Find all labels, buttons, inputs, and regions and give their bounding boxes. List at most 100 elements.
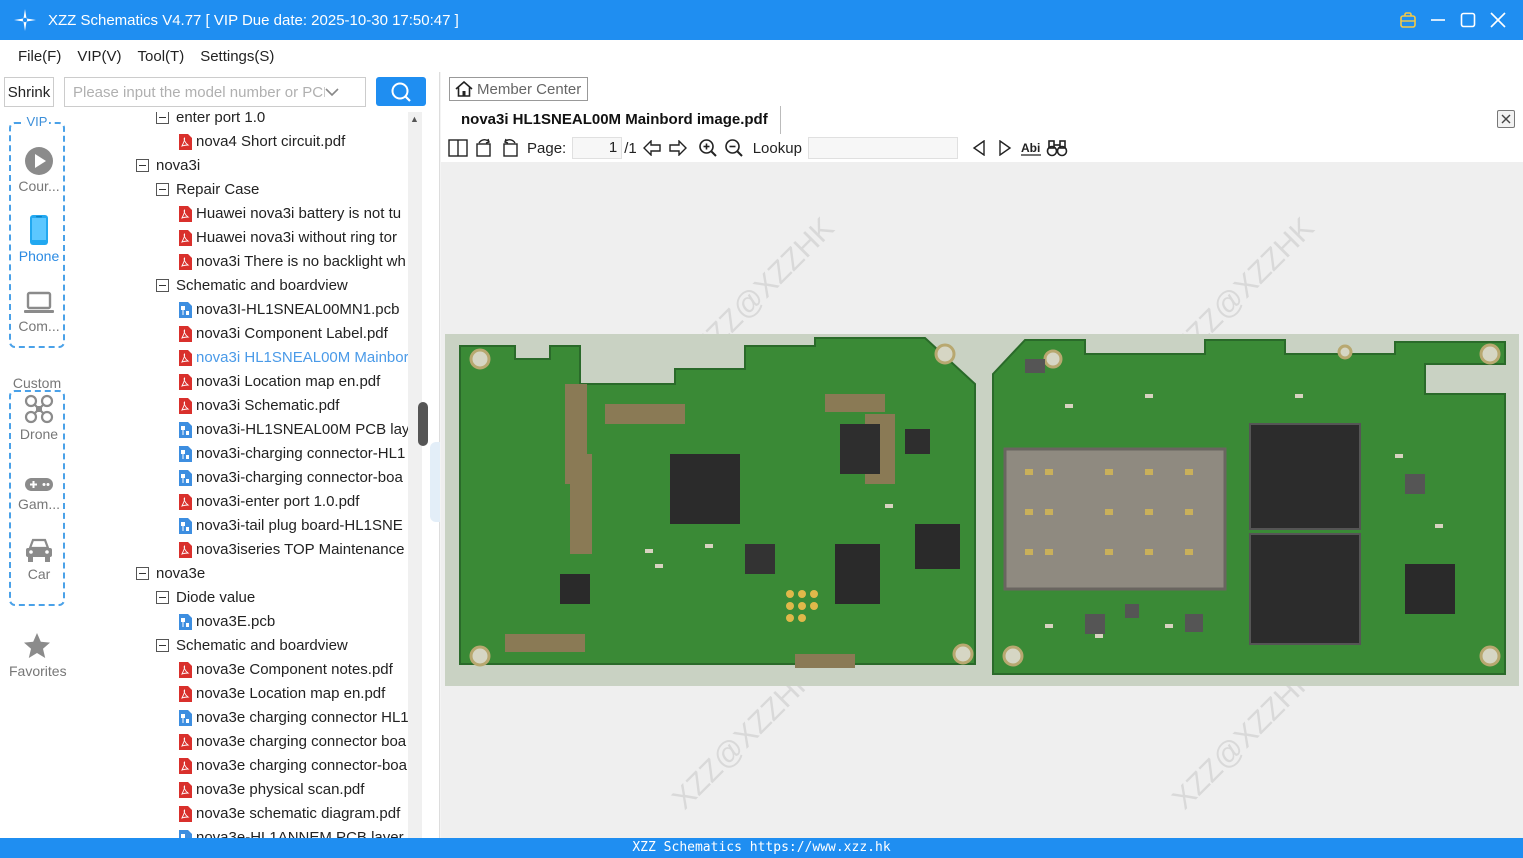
tree-file[interactable]: nova3e-HL1ANNEM PCB layer r xyxy=(74,826,408,838)
tree-scroll-area[interactable]: enter port 1.0 nova4 Short circuit.pdf nov… xyxy=(74,112,422,838)
collapse-toggle-icon[interactable] xyxy=(156,591,169,604)
zoom-in-icon[interactable] xyxy=(697,137,719,159)
zoom-out-icon[interactable] xyxy=(723,137,745,159)
tree-file[interactable]: nova3e physical scan.pdf xyxy=(74,778,408,802)
tree-file[interactable]: Huawei nova3i without ring tor xyxy=(74,226,408,250)
tree-file[interactable]: nova3i Schematic.pdf xyxy=(74,394,408,418)
menu-settings[interactable]: Settings(S) xyxy=(200,48,274,65)
tree-file[interactable]: nova3i Component Label.pdf xyxy=(74,322,408,346)
home-icon xyxy=(455,81,473,97)
find-next-icon[interactable] xyxy=(994,137,1016,159)
model-search-box[interactable] xyxy=(64,77,366,107)
search-icon xyxy=(391,82,411,102)
tree-folder[interactable]: nova3i xyxy=(74,154,408,178)
tree-file[interactable]: nova3i There is no backlight wh xyxy=(74,250,408,274)
model-search-input[interactable] xyxy=(65,83,325,101)
category-car-label: Car xyxy=(27,566,51,582)
tree-item-label: nova3e xyxy=(156,565,206,582)
close-button[interactable] xyxy=(1483,0,1513,40)
page-total: /1 xyxy=(624,139,637,157)
rotate-left-icon[interactable] xyxy=(473,137,495,159)
tree-scrollbar[interactable]: ▲ xyxy=(408,112,422,838)
collapse-toggle-icon[interactable] xyxy=(136,159,149,172)
tree-folder[interactable]: Schematic and boardview xyxy=(74,274,408,298)
menu-vip[interactable]: VIP(V) xyxy=(77,48,121,65)
tree-folder[interactable]: enter port 1.0 xyxy=(74,112,408,130)
collapse-toggle-icon[interactable] xyxy=(156,112,169,124)
tree-item-label: nova3e-HL1ANNEM PCB layer r xyxy=(196,829,408,838)
document-tab[interactable]: nova3i HL1SNEAL00M Mainbord image.pdf xyxy=(449,106,781,134)
page-number-input[interactable]: 1 xyxy=(572,137,623,159)
tree-file[interactable]: nova3E.pcb xyxy=(74,610,408,634)
tree-file[interactable]: nova3i-enter port 1.0.pdf xyxy=(74,490,408,514)
tree-folder[interactable]: nova3e xyxy=(74,562,408,586)
tree-folder[interactable]: Repair Case xyxy=(74,178,408,202)
panel-collapse-tab[interactable] xyxy=(430,442,440,522)
rotate-right-icon[interactable] xyxy=(499,137,521,159)
pcb-file-icon xyxy=(178,710,192,726)
tree-folder[interactable]: Diode value xyxy=(74,586,408,610)
tree-file[interactable]: nova3I-HL1SNEAL00MN1.pcb xyxy=(74,298,408,322)
tree-file[interactable]: nova3i-tail plug board-HL1SNE xyxy=(74,514,408,538)
binoculars-icon[interactable] xyxy=(1046,137,1068,159)
splitter-handle[interactable] xyxy=(418,402,428,446)
category-courses[interactable]: Cour... xyxy=(11,142,67,194)
tree-file[interactable]: nova3i-HL1SNEAL00M PCB laye xyxy=(74,418,408,442)
tree-item-label: nova3I-HL1SNEAL00MN1.pcb xyxy=(196,301,400,318)
tree-file[interactable]: Huawei nova3i battery is not tu xyxy=(74,202,408,226)
category-computer[interactable]: Com... xyxy=(11,282,67,334)
tree-file[interactable]: nova4 Short circuit.pdf xyxy=(74,130,408,154)
sidebar-toggle-icon[interactable] xyxy=(447,137,469,159)
tree-item-label: nova4 Short circuit.pdf xyxy=(196,133,346,150)
collapse-toggle-icon[interactable] xyxy=(156,639,169,652)
pdf-file-icon xyxy=(178,230,192,246)
maximize-button[interactable] xyxy=(1453,0,1483,40)
category-drone[interactable]: Drone xyxy=(11,390,67,442)
tree-file[interactable]: nova3i-charging connector-HL1 xyxy=(74,442,408,466)
category-car[interactable]: Car xyxy=(11,530,67,582)
tree-file[interactable]: nova3i Location map en.pdf xyxy=(74,370,408,394)
tree-file[interactable]: nova3e charging connector boa xyxy=(74,730,408,754)
find-previous-icon[interactable] xyxy=(968,137,990,159)
scroll-up-arrow-icon[interactable]: ▲ xyxy=(410,114,419,124)
pdf-file-icon xyxy=(178,326,192,342)
search-button[interactable] xyxy=(376,77,426,106)
tree-file[interactable]: nova3i-charging connector-boa xyxy=(74,466,408,490)
tree-file[interactable]: nova3e Location map en.pdf xyxy=(74,682,408,706)
pdf-file-icon xyxy=(178,542,192,558)
lookup-input[interactable] xyxy=(807,137,958,159)
pcb-file-icon xyxy=(178,446,192,462)
category-favorites[interactable]: Favorites xyxy=(9,627,67,679)
minimize-button[interactable] xyxy=(1423,0,1453,40)
tree-item-label: nova3i-tail plug board-HL1SNE xyxy=(196,517,403,534)
menu-file[interactable]: File(F) xyxy=(18,48,61,65)
shrink-button[interactable]: Shrink xyxy=(4,77,54,107)
category-games[interactable]: Gam... xyxy=(11,460,67,512)
chevron-down-icon[interactable] xyxy=(325,87,339,97)
member-center-button[interactable]: Member Center xyxy=(449,77,588,101)
tree-file[interactable]: nova3iseries TOP Maintenance xyxy=(74,538,408,562)
app-window: XZZ Schematics V4.77 [ VIP Due date: 202… xyxy=(0,0,1523,858)
tree-folder[interactable]: Schematic and boardview xyxy=(74,634,408,658)
pdf-file-icon xyxy=(178,494,192,510)
tree-file[interactable]: nova3e schematic diagram.pdf xyxy=(74,802,408,826)
tree-file[interactable]: nova3e Component notes.pdf xyxy=(74,658,408,682)
tree-file[interactable]: nova3e charging connector-boa xyxy=(74,754,408,778)
category-phone[interactable]: Phone xyxy=(11,212,67,264)
match-case-icon[interactable]: Abi xyxy=(1020,137,1042,159)
collapse-toggle-icon[interactable] xyxy=(156,279,169,292)
tree-item-label: Repair Case xyxy=(176,181,260,198)
collapse-toggle-icon[interactable] xyxy=(136,567,149,580)
close-document-icon[interactable] xyxy=(1497,110,1515,128)
next-page-icon[interactable] xyxy=(667,137,689,159)
tree-item-label: nova3E.pcb xyxy=(196,613,276,630)
tree-file[interactable]: nova3e charging connector HL1 xyxy=(74,706,408,730)
previous-page-icon[interactable] xyxy=(641,137,663,159)
lock-icon[interactable] xyxy=(1393,0,1423,40)
pdf-file-icon xyxy=(178,734,192,750)
pdf-viewer[interactable]: XZZ@XZZHK XZZ@XZZHK XZZ@XZZHK XZZ@XZZHK xyxy=(441,162,1523,838)
tree-file[interactable]: nova3i HL1SNEAL00M Mainbor xyxy=(74,346,408,370)
tree-item-label: Schematic and boardview xyxy=(176,277,348,294)
menu-tool[interactable]: Tool(T) xyxy=(138,48,185,65)
collapse-toggle-icon[interactable] xyxy=(156,183,169,196)
